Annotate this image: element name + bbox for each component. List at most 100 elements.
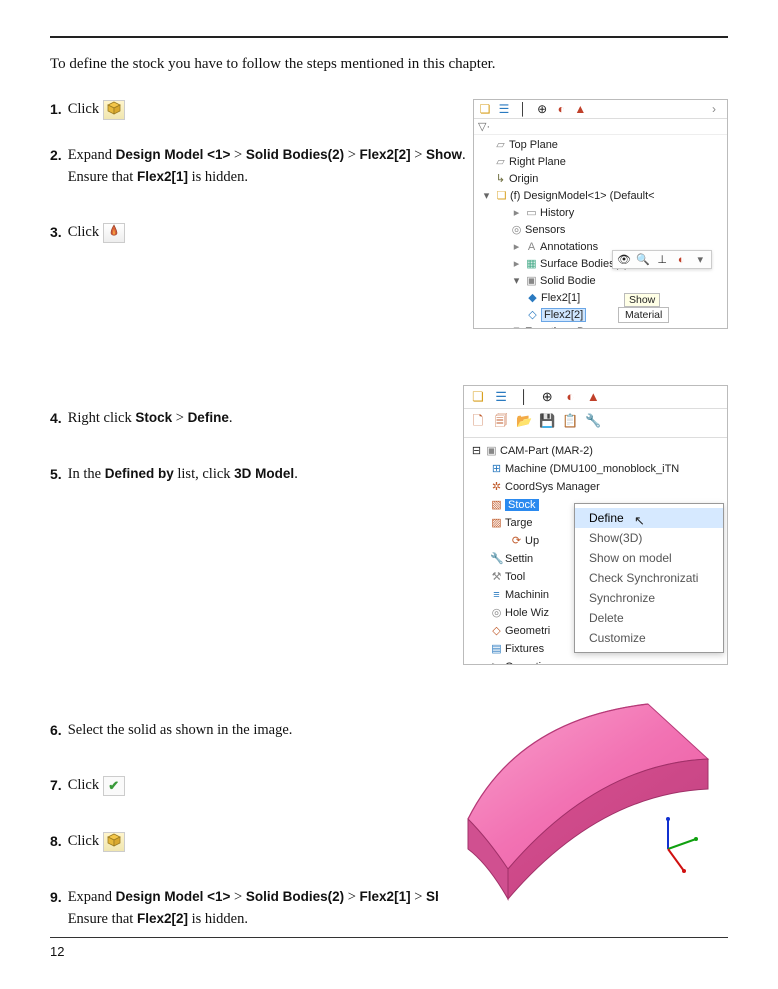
tree-node-origin[interactable]: ↳Origin (476, 171, 725, 188)
tree-label: Right Plane (509, 156, 566, 168)
surface-icon: ▦ (525, 256, 538, 269)
t: In the (68, 466, 105, 482)
display-icon[interactable]: │ (516, 102, 530, 116)
step-text: Click (68, 222, 125, 244)
settings-icon[interactable]: 🔧 (585, 413, 601, 429)
ctx-showonmodel[interactable]: Show on model (575, 548, 723, 568)
assembly-icon[interactable]: ❏ (478, 102, 492, 116)
save-icon[interactable]: 💾 (539, 413, 555, 429)
ctx-customize[interactable]: Customize (575, 628, 723, 648)
t: list, click (174, 466, 234, 482)
tree-label: Annotations (540, 241, 598, 253)
tree-filter[interactable]: ▽· (474, 119, 727, 135)
t: Flex2[2] (360, 147, 411, 162)
flame-icon[interactable]: ▲ (585, 389, 601, 404)
cam-node-machine[interactable]: ⊞Machine (DMU100_monoblock_iTN (466, 460, 725, 478)
dropdown-icon[interactable]: ▾ (693, 253, 707, 266)
tree-node-history[interactable]: ▸▭History (476, 205, 725, 222)
tree-label: CoordSys Manager (505, 481, 600, 493)
tree-node-designmodel[interactable]: ▾❏(f) DesignModel<1> (Default< (476, 188, 725, 205)
t: Solid Bodies(2) (246, 889, 344, 904)
t: . (229, 410, 233, 426)
tree-label: Hole Wiz (505, 607, 549, 619)
tree-node-rightplane[interactable]: ▱Right Plane (476, 154, 725, 171)
folder-icon[interactable]: 📂 (516, 413, 532, 429)
cube-icon (103, 832, 125, 852)
solid-icon: ▣ (525, 273, 538, 286)
cam-node-root[interactable]: ⊟▣CAM-Part (MAR-2) (466, 442, 725, 460)
ctx-define[interactable]: Define (575, 508, 723, 528)
appearance-icon[interactable]: ◐ (674, 254, 688, 266)
step-9: 9. Expand Design Model <1> > Solid Bodie… (50, 887, 470, 931)
part-icon: ▣ (485, 442, 498, 455)
plane-icon: ▱ (494, 154, 507, 167)
tree-label: Equations (525, 326, 574, 329)
tree-node-flex2[interactable]: ◇Flex2[2] (476, 307, 725, 324)
tree-label: Tool (505, 571, 525, 583)
ctx-sync[interactable]: Synchronize (575, 588, 723, 608)
tree-label: Top Plane (509, 139, 558, 151)
updated-icon: ⟳ (510, 532, 523, 545)
configs-icon[interactable]: ☰ (493, 389, 509, 405)
step-text: Click (68, 99, 125, 121)
zoom-icon[interactable]: ⊥ (655, 253, 669, 266)
tree-node-sensors[interactable]: ◎Sensors (476, 222, 725, 239)
configs-icon[interactable]: ☰ (497, 102, 511, 116)
tree-node-topplane[interactable]: ▱Top Plane (476, 137, 725, 154)
target-icon[interactable]: ⊕ (535, 102, 549, 116)
new-icon[interactable]: 🗋 (470, 412, 486, 434)
tree-label: Geometri (505, 625, 550, 637)
tooltip-show: Show (624, 293, 660, 307)
t: Right click (68, 410, 136, 426)
t: Expand (68, 147, 116, 163)
target-icon[interactable]: ⊕ (539, 389, 555, 405)
machine-icon: ⊞ (490, 460, 503, 473)
tree-node-solidbodies[interactable]: ▾▣Solid Bodie (476, 273, 725, 290)
ctx-delete[interactable]: Delete (575, 608, 723, 628)
stock-icon: ▧ (490, 496, 503, 509)
tree-label-selected: Flex2[2] (541, 308, 586, 322)
t: > (172, 410, 187, 426)
step-text: Expand Design Model <1> > Solid Bodies(2… (68, 887, 470, 931)
flame-icon[interactable]: ▲ (573, 102, 587, 116)
appearance-icon[interactable]: ◐ (562, 389, 578, 404)
t: Show (426, 147, 462, 162)
step-number: 1. (50, 99, 62, 120)
body-icon: ◆ (526, 290, 539, 303)
figure-cam-tree: ❏ ☰ │ ⊕ ◐ ▲ 🗋 🗐 📂 💾 📋 🔧 ⊟▣CAM-Part (MAR-… (463, 385, 728, 665)
report-icon[interactable]: 📋 (562, 413, 578, 429)
t: > (411, 147, 426, 163)
ctx-show3d[interactable]: Show(3D) (575, 528, 723, 548)
appearance-icon[interactable]: ◐ (554, 102, 568, 116)
cam-node-coordsys[interactable]: ✲CoordSys Manager (466, 478, 725, 496)
tree-label: CAM-Part (MAR-2) (500, 445, 593, 457)
t: Click (68, 833, 103, 849)
step-number: 7. (50, 775, 62, 796)
t: . (294, 466, 298, 482)
edit-icon[interactable]: 🗐 (493, 412, 509, 434)
tooltip-material: Material (618, 307, 669, 323)
tree-node-equations[interactable]: ΣEquations Bo (476, 324, 725, 329)
axis-icon: ✲ (490, 478, 503, 491)
t: Stock (135, 410, 172, 425)
hide-icon[interactable]: 👁 (617, 253, 631, 266)
origin-icon: ↳ (494, 171, 507, 184)
tree-node-flex1[interactable]: ◆Flex2[1] (476, 290, 725, 307)
display-icon[interactable]: │ (516, 389, 532, 404)
t: > (344, 147, 359, 163)
solid-svg (438, 689, 728, 919)
step-2: 2. Expand Design Model <1> > Solid Bodie… (50, 145, 470, 189)
step-text: Click ✔ (68, 775, 125, 797)
t: > (411, 889, 426, 905)
chevron-right-icon: ▸ (510, 239, 523, 252)
cam-node-operations[interactable]: ▷Operations (466, 658, 725, 665)
isolate-icon[interactable]: 🔍 (636, 253, 650, 266)
ctx-checksync[interactable]: Check Synchronizati (575, 568, 723, 588)
chevron-down-icon: ▾ (480, 188, 493, 201)
cube-icon (103, 100, 125, 120)
assembly-icon[interactable]: ❏ (470, 389, 486, 405)
page-number: 12 (50, 937, 728, 959)
cam-toolbar-1: ❏ ☰ │ ⊕ ◐ ▲ (464, 386, 727, 409)
chevron-right-icon[interactable]: › (707, 102, 721, 116)
t: Define (188, 410, 229, 425)
